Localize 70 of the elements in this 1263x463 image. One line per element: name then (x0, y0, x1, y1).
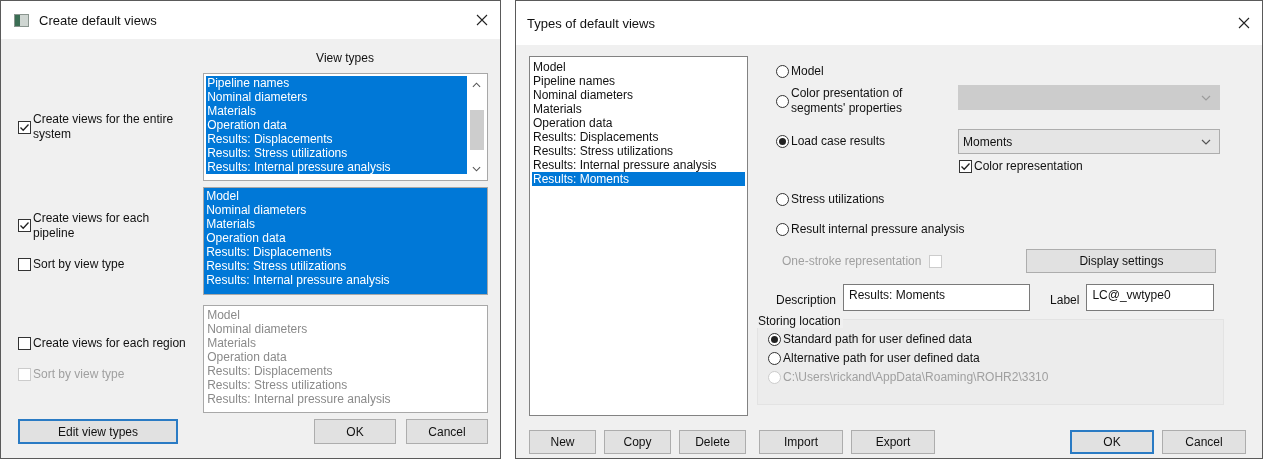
radio-label[interactable]: Model (791, 64, 824, 79)
field-label: Label (1050, 291, 1080, 307)
list-item[interactable]: Model (532, 60, 745, 74)
button[interactable]: Cancel (1162, 430, 1246, 454)
checkbox-label[interactable]: Color representation (974, 159, 1083, 174)
button[interactable]: Import (759, 430, 843, 454)
radio-button[interactable] (776, 135, 789, 148)
group-title: Storing location (756, 314, 843, 328)
list-item[interactable]: Results: Displacements (206, 132, 467, 146)
radio-button[interactable] (776, 65, 789, 78)
list-item[interactable]: Operation data (206, 118, 467, 132)
radio-button[interactable] (776, 193, 789, 206)
list-item[interactable]: Materials (532, 102, 745, 116)
radio-label[interactable]: Color presentation of segments' properties (791, 86, 941, 116)
radio-label[interactable]: Result internal pressure analysis (791, 222, 965, 237)
list-item[interactable]: Results: Internal pressure analysis (206, 160, 467, 174)
checkbox-label[interactable]: Create views for each pipeline (33, 210, 193, 241)
dropdown[interactable]: Moments (958, 129, 1220, 154)
radio-button[interactable] (768, 333, 781, 346)
input-field[interactable]: Results: Moments (843, 284, 1031, 311)
radio-label[interactable]: Standard path for user defined data (783, 332, 972, 347)
button[interactable]: New (529, 430, 596, 454)
list-item[interactable]: Results: Moments (532, 172, 745, 186)
button[interactable]: Display settings (1026, 249, 1217, 273)
window-title: Types of default views (527, 15, 656, 31)
chevron-icon (1201, 94, 1211, 101)
list-item[interactable]: Results: Internal pressure analysis (532, 158, 745, 172)
close-icon[interactable] (1238, 17, 1250, 29)
chevron-icon (472, 166, 481, 172)
window-title: Create default views (39, 12, 158, 28)
button[interactable]: OK (1070, 430, 1154, 454)
list-item[interactable]: Pipeline names (532, 74, 745, 88)
radio-label[interactable]: Stress utilizations (791, 192, 885, 207)
checkbox[interactable] (959, 160, 972, 173)
list-item[interactable]: Materials (206, 104, 467, 118)
list-box[interactable]: Pipeline names Nominal diameters Materials Operation data Results: Displacements Results: Stress utilizations Results: Internal pressure analysis (203, 73, 488, 181)
button[interactable]: Cancel (406, 419, 488, 444)
list-item[interactable]: Results: Stress utilizations (206, 146, 467, 160)
chevron-icon (1201, 138, 1211, 145)
checkbox-label[interactable]: Sort by view type (33, 256, 193, 272)
button[interactable]: Export (851, 430, 935, 454)
checkbox[interactable] (18, 219, 31, 232)
list-item[interactable]: Results: Displacements (532, 130, 745, 144)
list-item[interactable]: Results: Stress utilizations (532, 144, 745, 158)
checkbox-label[interactable]: Create views for the entire system (33, 112, 193, 142)
checkbox-label[interactable]: Create views for each region (33, 336, 193, 351)
list-box[interactable]: Model Pipeline names Nominal diameters Materials Operation data Results: Displacements Results: Stress utilizations Results: Internal pressure analysis Results: Moments (529, 56, 748, 416)
list-item[interactable]: Operation data (532, 116, 745, 130)
radio-button[interactable] (776, 94, 789, 108)
radio-button[interactable] (776, 223, 789, 236)
radio-label[interactable]: Alternative path for user defined data (783, 351, 980, 366)
button[interactable]: Delete (679, 430, 746, 454)
button[interactable]: Copy (604, 430, 671, 454)
button[interactable]: Edit view types (18, 419, 178, 444)
field-label: Description (776, 291, 837, 307)
window-icon (14, 13, 29, 27)
checkbox[interactable] (18, 257, 31, 271)
list-box[interactable]: Model Nominal diameters Materials Operation data Results: Displacements Results: Stress utilizations Results: Internal pressure analysis (203, 187, 488, 295)
column-header: View types (315, 51, 375, 67)
close-icon[interactable] (476, 14, 488, 26)
list-item[interactable]: Nominal diameters (206, 90, 467, 104)
checkbox[interactable] (18, 337, 31, 350)
checkbox[interactable] (18, 120, 31, 134)
list-item[interactable]: Nominal diameters (532, 88, 745, 102)
list-item[interactable]: Pipeline names (206, 76, 467, 90)
chevron-icon (472, 82, 481, 88)
button[interactable]: OK (314, 419, 396, 444)
radio-button[interactable] (768, 352, 781, 365)
radio-label[interactable]: Load case results (791, 134, 886, 149)
input-field[interactable]: LC@_vwtype0 (1086, 284, 1215, 311)
